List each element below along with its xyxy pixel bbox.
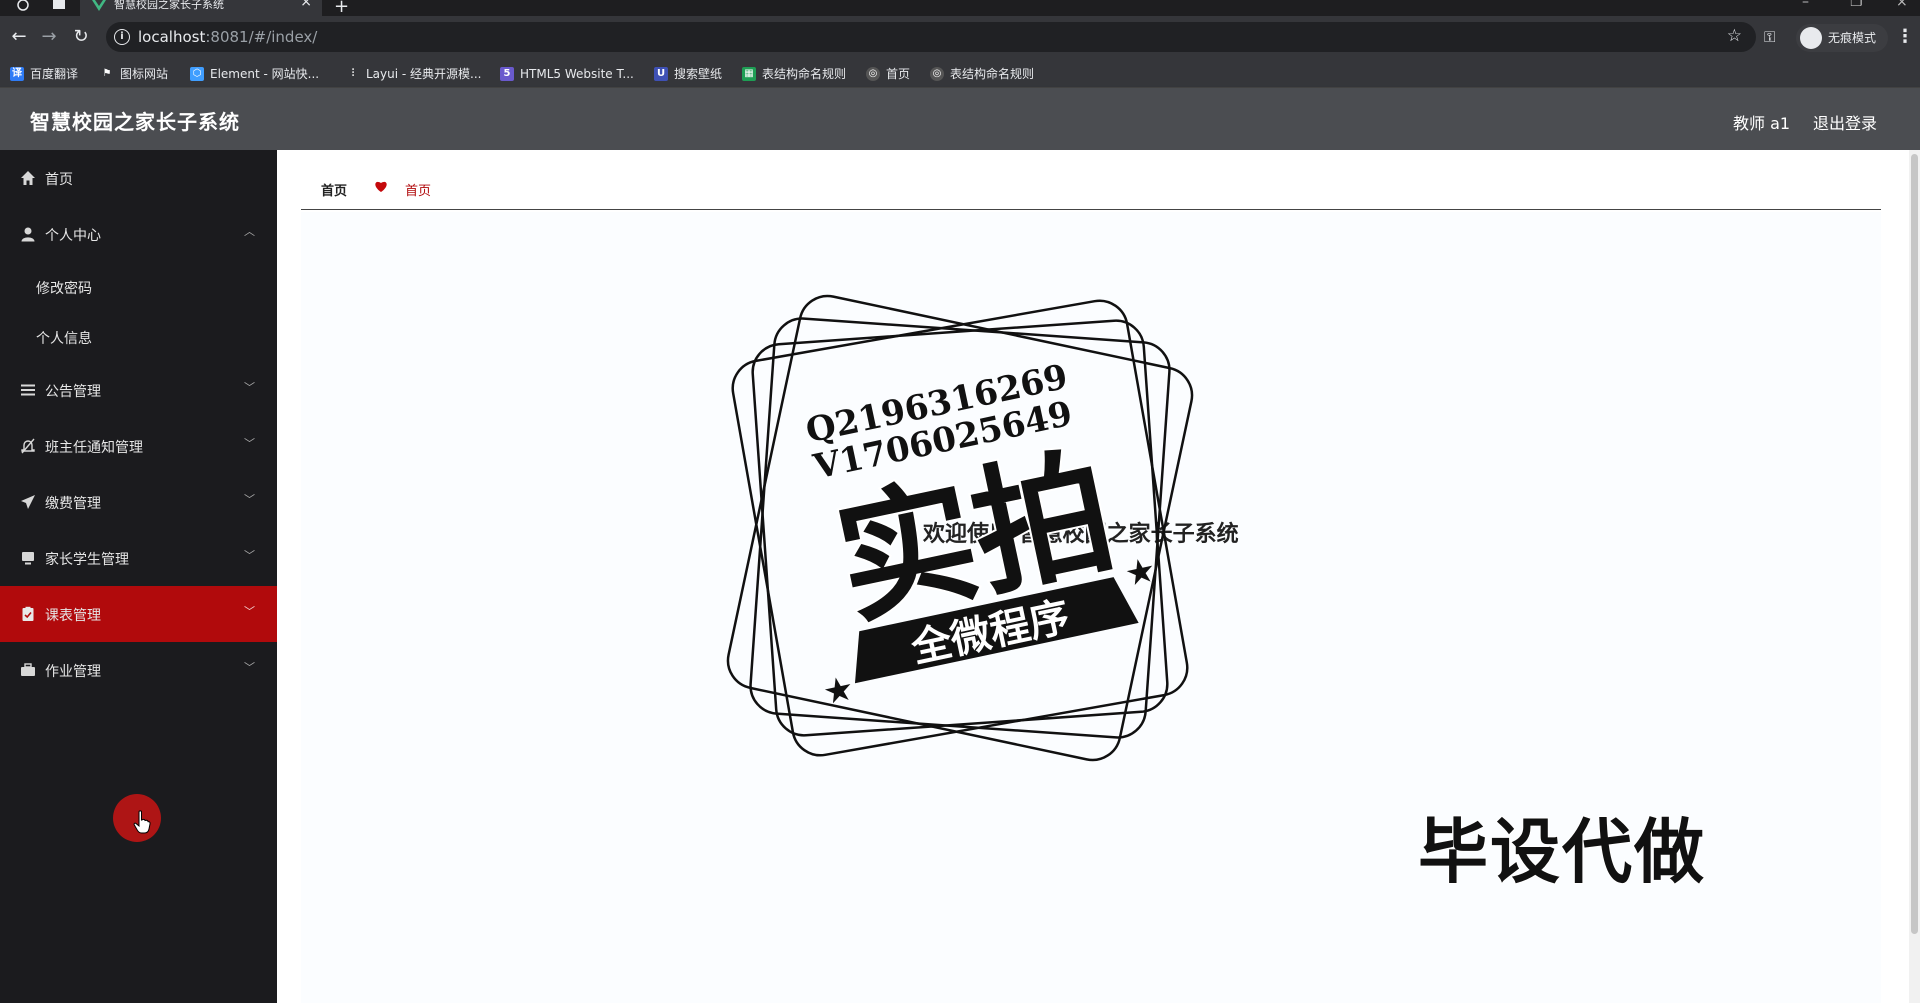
bookmarks-bar: 译百度翻译 ⚑ 图标网站 ⬡ Element - 网站快... ⫶ Layui - 经… [0,60,1920,88]
sidebar-item-personal-center[interactable]: 个人中心 ︿ [0,206,277,262]
bookmark-item[interactable]: ◎ 表结构命名规则 [928,65,1034,83]
chevron-down-icon: ﹀ [244,381,255,394]
star-icon: ★ [819,668,857,713]
tab-title: 智慧校园之家长子系统 [114,0,224,11]
bookmark-item[interactable]: 译百度翻译 [8,65,78,83]
sidebar: 首页 个人中心 ︿ 修改密码 个人信息 公告管理 ﹀ 班主任通知管理 ﹀ 缴费管… [0,150,277,1003]
sheet-icon: ▦ [742,67,756,81]
bell-off-icon [21,438,35,454]
sidebar-item-payments[interactable]: 缴费管理 ﹀ [0,474,277,530]
home-icon [21,171,35,185]
bookmark-item[interactable]: ▦ 表结构命名规则 [740,65,846,83]
browser-menu-icon[interactable]: ⋮ [1896,26,1914,47]
bookmark-item[interactable]: ◎ 首页 [864,65,910,83]
user-icon [21,227,35,242]
translate-icon: 译 [10,67,24,81]
site-info-icon[interactable]: i [114,29,130,45]
bookmark-item[interactable]: ⫶ Layui - 经典开源模... [344,65,482,83]
sidebar-item-parent-student[interactable]: 家长学生管理 ﹀ [0,530,277,586]
sidebar-item-homework[interactable]: 作业管理 ﹀ [0,642,277,698]
chevron-down-icon: ﹀ [244,493,255,506]
browser-toolbar: ← → ↻ i localhost:8081/#/index/ ☆ ⚿ 无痕模式… [0,16,1920,60]
flag-icon: ⚑ [102,68,112,79]
vue-logo-icon [92,0,106,11]
window-close-icon[interactable]: × [1896,0,1908,10]
address-bar[interactable]: i localhost:8081/#/index/ ☆ [106,22,1756,52]
chevron-up-icon: ︿ [244,225,255,238]
chevron-down-icon: ﹀ [244,437,255,450]
incognito-badge[interactable]: 无痕模式 [1796,24,1889,52]
bookmark-star-icon[interactable]: ☆ [1727,26,1742,46]
logout-button[interactable]: 退出登录 [1813,110,1877,134]
globe-icon: ◎ [866,67,880,81]
restore-icon[interactable]: ❐ [1850,0,1863,10]
scrollbar-thumb[interactable] [1911,154,1918,934]
app-header: 智慧校园之家长子系统 教师 a1 退出登录 [0,88,1920,150]
bookmark-item[interactable]: ⚑ 图标网站 [98,65,169,83]
forward-icon[interactable]: → [38,26,60,48]
element-logo-icon: ⬡ [190,67,204,81]
scrollbar[interactable] [1909,150,1920,1003]
sidebar-item-teacher-notices[interactable]: 班主任通知管理 ﹀ [0,418,277,474]
layui-logo-icon: ⫶ [351,68,355,79]
app-title: 智慧校园之家长子系统 [30,110,240,134]
sidebar-item-home[interactable]: 首页 [0,150,277,206]
watermark-stamp: Q2196316269 V1706025649 实拍 全微程序 ★ ★ [726,294,1194,762]
bookmark-item[interactable]: ⬡ Element - 网站快... [188,65,319,83]
chevron-down-icon: ﹀ [244,605,255,618]
list-icon [21,384,35,396]
reload-icon[interactable]: ↻ [70,26,92,48]
sidebar-subitem-change-password[interactable]: 修改密码 [0,262,277,312]
key-icon[interactable]: ⚿ [1764,28,1775,46]
minimize-icon[interactable]: – [1802,0,1809,10]
hand-pointer-icon [133,810,151,834]
wallpaper-icon: U [654,67,668,81]
chevron-down-icon: ﹀ [244,549,255,562]
watermark-side-text: 毕设代做 [1417,810,1706,894]
current-user: 教师 a1 [1733,114,1791,133]
bookmark-item[interactable]: 5 HTML5 Website T... [498,65,634,83]
breadcrumb-home[interactable]: 首页 [321,180,347,199]
checklist-icon [22,606,34,621]
new-tab-icon[interactable]: + [334,0,349,17]
close-tab-icon[interactable]: × [300,0,312,9]
globe-icon [17,0,29,11]
sidebar-subitem-personal-info[interactable]: 个人信息 [0,312,277,362]
sidebar-item-timetable[interactable]: 课表管理 ﹀ [0,586,277,642]
breadcrumb: 首页 首页 [301,164,1881,210]
star-icon: ★ [1121,550,1159,595]
incognito-icon [1800,27,1822,49]
briefcase-icon [21,663,35,676]
monitor-icon [22,552,34,565]
back-icon[interactable]: ← [8,26,30,48]
window-icon[interactable] [52,0,66,12]
globe-icon: ◎ [930,67,944,81]
heart-icon [375,181,387,192]
chevron-down-icon: ﹀ [244,661,255,674]
browser-tabstrip: 智慧校园之家长子系统 × + – ❐ × [0,0,1920,17]
html5-icon: 5 [500,67,514,81]
url-text[interactable]: localhost:8081/#/index/ [138,28,317,46]
browser-tab-active[interactable]: 智慧校园之家长子系统 × [80,0,322,16]
bookmark-item[interactable]: U 搜索壁纸 [652,65,722,83]
sidebar-item-announcements[interactable]: 公告管理 ﹀ [0,362,277,418]
send-icon [21,495,35,509]
breadcrumb-current: 首页 [405,184,432,199]
